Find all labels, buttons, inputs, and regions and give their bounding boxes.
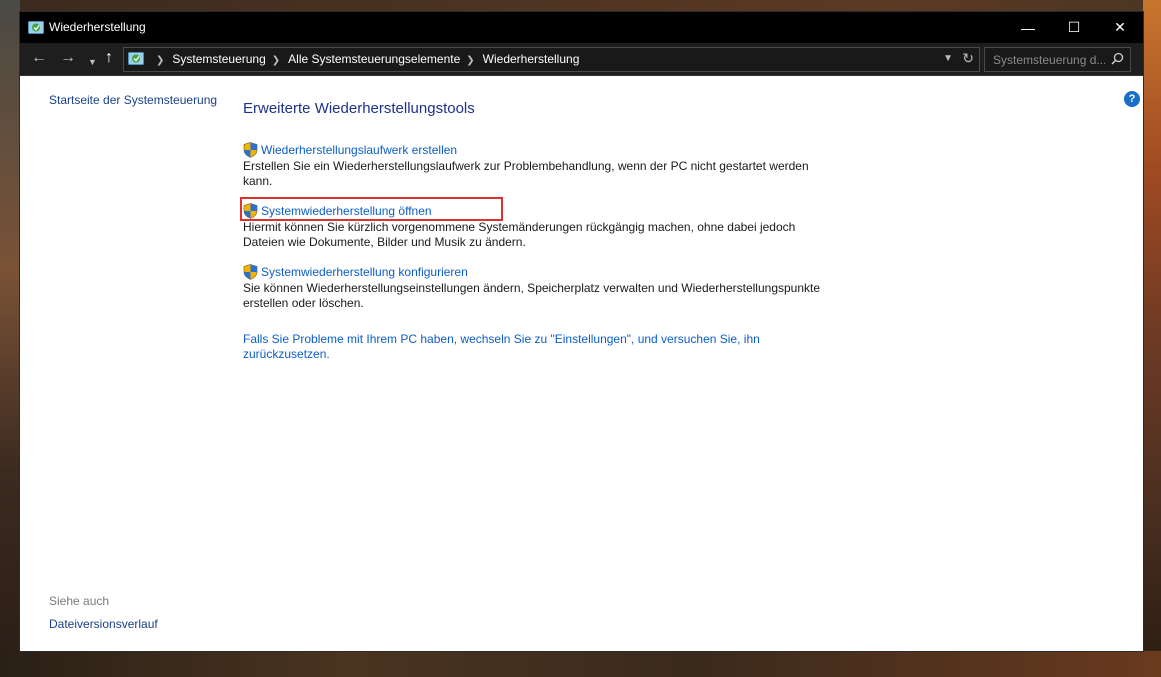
desktop-wallpaper-right [1143,0,1161,677]
desktop-wallpaper-left [0,0,20,677]
open-system-restore-link[interactable]: Systemwiederherstellung öffnen [261,204,432,218]
address-bar: ← → ▼ ↑ ❯ Systemsteuerung ❯ Alle Systemsteu… [20,43,1143,76]
breadcrumb-chevron-icon[interactable]: ❯ [466,55,474,66]
search-icon[interactable] [1111,52,1124,65]
file-history-link[interactable]: Dateiversionsverlauf [49,617,158,631]
see-also-heading: Siehe auch [49,594,110,608]
tool-configure-restore: Systemwiederherstellung konfigurieren Si… [243,264,823,311]
control-panel-window: Wiederherstellung — ☐ ✕ ← → ▼ ↑ ❯ Systems… [20,12,1143,651]
minimize-icon: — [1021,19,1035,36]
breadcrumb-chevron-icon[interactable]: ❯ [272,55,280,66]
up-arrow-icon[interactable]: ↑ [105,49,113,67]
sidebar-home-link[interactable]: Startseite der Systemsteuerung [49,93,217,107]
help-icon[interactable]: ? [1124,91,1140,107]
breadcrumb-wiederherstellung[interactable]: Wiederherstellung [483,52,580,66]
uac-shield-icon [243,142,258,158]
create-recovery-drive-link[interactable]: Wiederherstellungslaufwerk erstellen [261,143,457,157]
tool-description: Sie können Wiederherstellungseinstellung… [243,281,821,310]
forward-arrow-icon[interactable]: → [60,49,76,67]
tool-description: Hiermit können Sie kürzlich vorgenommene… [243,220,796,249]
refresh-icon[interactable]: ↻ [962,50,974,67]
breadcrumb-systemsteuerung[interactable]: Systemsteuerung [172,52,265,66]
recent-locations-chevron-icon[interactable]: ▼ [88,53,97,71]
back-arrow-icon[interactable]: ← [31,49,47,67]
maximize-icon: ☐ [1067,19,1081,35]
title-bar[interactable]: Wiederherstellung — ☐ ✕ [20,12,1143,43]
desktop-wallpaper-bottom [0,651,1161,677]
tool-recovery-drive: Wiederherstellungslaufwerk erstellen Ers… [243,142,823,189]
minimize-button[interactable]: — [1005,12,1051,43]
breadcrumb-alle-elemente[interactable]: Alle Systemsteuerungselemente [288,52,460,66]
control-panel-icon [128,52,144,65]
configure-system-restore-link[interactable]: Systemwiederherstellung konfigurieren [261,265,468,279]
close-icon: ✕ [1114,19,1126,35]
search-input[interactable] [991,51,1107,69]
recovery-icon [28,21,44,34]
search-box[interactable] [984,47,1131,72]
tool-system-restore: Systemwiederherstellung öffnen Hiermit k… [243,203,823,250]
window-title: Wiederherstellung [49,20,146,34]
tool-description: Erstellen Sie ein Wiederherstellungslauf… [243,159,809,188]
maximize-button[interactable]: ☐ [1051,12,1097,43]
breadcrumb-chevron-icon[interactable]: ❯ [156,55,164,66]
breadcrumb[interactable]: ❯ Systemsteuerung ❯ Alle Systemsteuerungsel… [123,47,980,72]
reset-pc-settings-link[interactable]: Falls Sie Probleme mit Ihrem PC haben, w… [243,332,783,362]
uac-shield-icon [243,264,258,280]
page-title: Erweiterte Wiederherstellungstools [243,100,475,117]
uac-shield-icon [243,203,258,219]
address-dropdown-chevron-icon[interactable]: ▼ [943,53,953,64]
close-button[interactable]: ✕ [1097,12,1143,43]
